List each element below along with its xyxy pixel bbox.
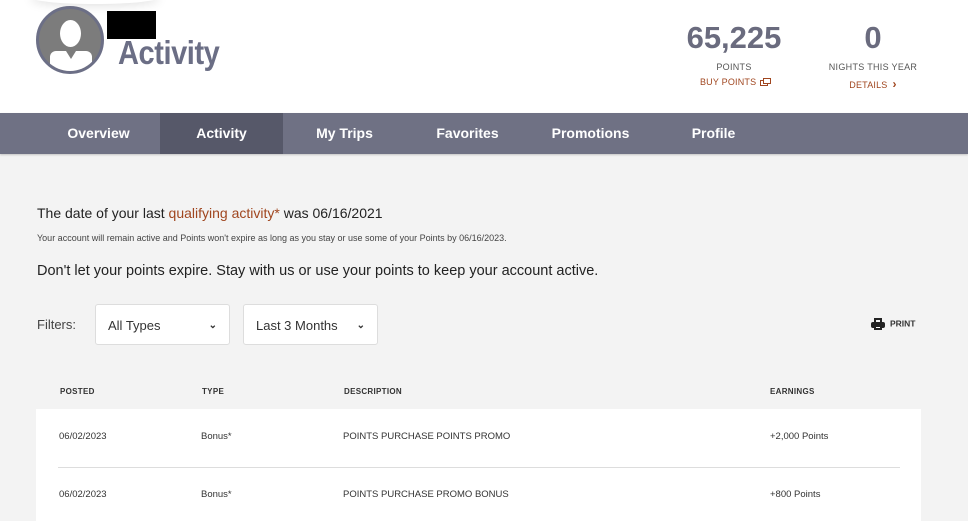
- avatar-icon: [36, 6, 104, 74]
- type-filter-select[interactable]: All Types ⌄: [95, 304, 230, 345]
- activity-description: POINTS PURCHASE POINTS PROMO: [343, 431, 511, 442]
- activity-earnings: +2,000 Points: [770, 431, 829, 442]
- date-range-value: Last 3 Months: [256, 318, 338, 333]
- printer-icon: [871, 318, 885, 330]
- header-earnings: EARNINGS: [770, 387, 815, 396]
- points-stat: 65,225 POINTS BUY POINTS: [674, 20, 794, 88]
- chevron-right-icon: ›: [892, 77, 897, 91]
- qual-prefix: The date of your last: [37, 205, 169, 221]
- points-label: POINTS: [716, 62, 752, 72]
- tab-favorites[interactable]: Favorites: [406, 113, 529, 154]
- date-range-select[interactable]: Last 3 Months ⌄: [243, 304, 378, 345]
- activity-description: POINTS PURCHASE PROMO BONUS: [343, 489, 509, 500]
- activity-table: 06/02/2023 Bonus* POINTS PURCHASE POINTS…: [36, 409, 921, 521]
- qualifying-activity-text: The date of your last qualifying activit…: [37, 205, 383, 221]
- chevron-down-icon: ⌄: [356, 320, 365, 331]
- tab-overview[interactable]: Overview: [37, 113, 160, 154]
- nights-label: NIGHTS THIS YEAR: [828, 62, 918, 72]
- buy-points-label: BUY POINTS: [699, 77, 757, 87]
- expiry-cta: Don't let your points expire. Stay with …: [37, 263, 599, 279]
- print-button[interactable]: PRINT: [871, 318, 916, 330]
- header-posted: POSTED: [60, 387, 95, 396]
- details-label: DETAILS: [849, 80, 888, 90]
- tab-profile[interactable]: Profile: [652, 113, 775, 154]
- tab-promotions[interactable]: Promotions: [529, 113, 652, 154]
- top-shadow: [30, 0, 160, 4]
- chevron-down-icon: ⌄: [208, 320, 217, 331]
- external-link-icon: [760, 78, 772, 86]
- header: Activity 65,225 POINTS BUY POINTS 0 NIGH…: [0, 0, 968, 113]
- details-link[interactable]: DETAILS ›: [818, 77, 928, 91]
- tab-my-trips[interactable]: My Trips: [283, 113, 406, 154]
- posted-date: 06/02/2023: [59, 431, 107, 442]
- nights-stat: 0 NIGHTS THIS YEAR DETAILS ›: [818, 20, 928, 92]
- buy-points-link[interactable]: BUY POINTS: [674, 77, 794, 87]
- nights-value: 0: [864, 20, 882, 55]
- print-label: PRINT: [890, 318, 916, 329]
- page-title: Activity: [118, 34, 220, 71]
- qualifying-activity-link[interactable]: qualifying activity*: [169, 205, 280, 221]
- tab-activity[interactable]: Activity: [160, 113, 283, 154]
- expiry-note: Your account will remain active and Poin…: [37, 233, 507, 243]
- activity-earnings: +800 Points: [770, 489, 821, 500]
- header-description: DESCRIPTION: [344, 387, 402, 396]
- activity-type: Bonus*: [201, 431, 232, 442]
- row-divider: [58, 467, 900, 468]
- type-filter-value: All Types: [108, 318, 161, 333]
- posted-date: 06/02/2023: [59, 489, 107, 500]
- qual-suffix: was 06/16/2021: [279, 205, 383, 221]
- filters-label: Filters:: [37, 317, 76, 332]
- header-type: TYPE: [202, 387, 225, 396]
- activity-type: Bonus*: [201, 489, 232, 500]
- points-value: 65,225: [686, 20, 782, 55]
- main-nav: Overview Activity My Trips Favorites Pro…: [0, 113, 968, 154]
